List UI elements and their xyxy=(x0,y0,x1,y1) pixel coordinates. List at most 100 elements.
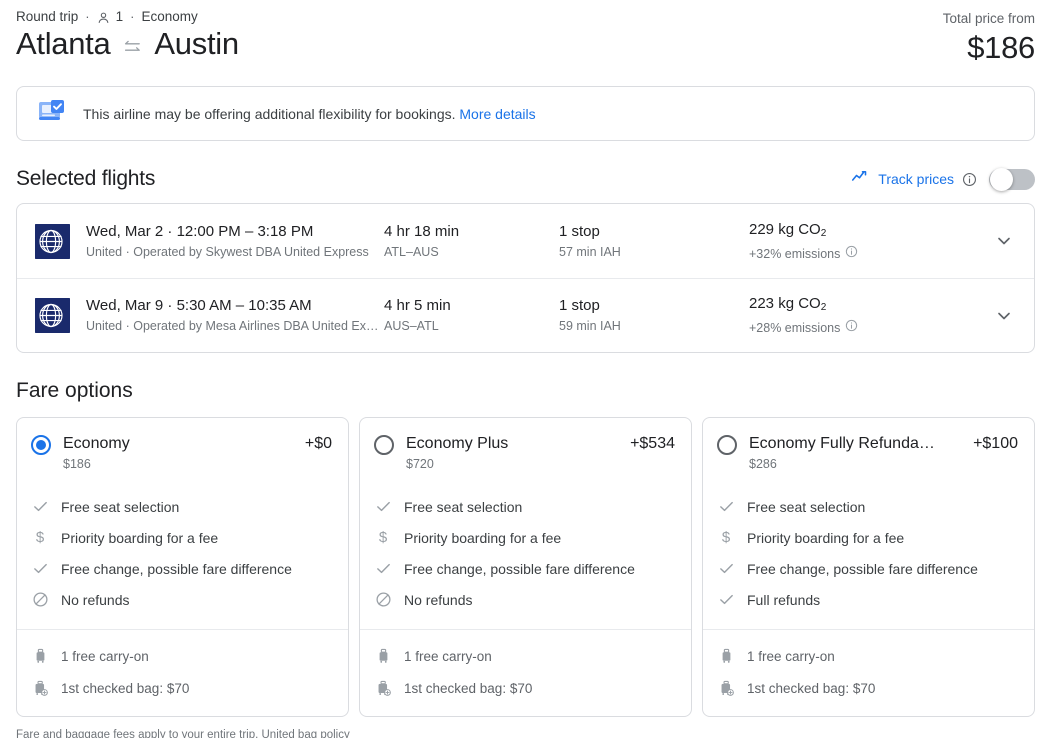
united-bag-policy-link[interactable]: United bag policy xyxy=(262,729,350,738)
baggage-label: 1 free carry-on xyxy=(404,648,492,664)
flight-emissions-info: 229 kg CO2 +32% emissions xyxy=(749,220,919,263)
checked-bag-icon xyxy=(374,679,392,697)
check-icon xyxy=(717,498,735,516)
info-icon[interactable] xyxy=(962,172,977,187)
flight-route: ATL–AUS xyxy=(384,244,439,259)
flight-emissions-delta: +32% emissions xyxy=(749,246,841,261)
feature-item: Free seat selection xyxy=(31,491,332,522)
total-price-block: Total price from $186 xyxy=(943,10,1036,68)
no-refund-icon xyxy=(31,591,49,609)
feature-item: No refunds xyxy=(31,584,332,615)
flight-primary-info: Wed, Mar 9 · 5:30 AM – 10:35 AM United ·… xyxy=(86,296,384,335)
fare-card-economy-plus[interactable]: Economy Plus $720 +$534 Free seat select… xyxy=(359,417,692,717)
feature-label: Priority boarding for a fee xyxy=(747,529,905,546)
fare-options-title: Fare options xyxy=(16,379,133,402)
check-icon xyxy=(717,560,735,578)
fare-radio-economy-fully-refundable[interactable] xyxy=(717,435,737,455)
no-refund-icon xyxy=(374,591,392,609)
fare-baggage-list: 1 free carry-on 1st checked bag: $70 xyxy=(17,629,348,716)
flexibility-notice: This airline may be offering additional … xyxy=(16,86,1035,141)
flight-layover: 59 min IAH xyxy=(559,319,621,333)
fare-delta: +$0 xyxy=(304,435,332,452)
more-details-link[interactable]: More details xyxy=(459,106,535,122)
fare-delta: +$534 xyxy=(630,435,675,452)
flight-layover: 57 min IAH xyxy=(559,244,621,259)
notice-message: This airline may be offering additional … xyxy=(83,105,456,122)
fare-card-economy-fully-refundable[interactable]: Economy Fully Refunda… $286 +$100 Free s… xyxy=(702,417,1035,717)
trip-summary: Round trip · 1 · Economy xyxy=(16,0,1035,24)
separator-2: · xyxy=(130,8,135,24)
check-icon xyxy=(374,560,392,578)
feature-label: Free change, possible fare difference xyxy=(404,560,635,577)
fare-price: $186 xyxy=(63,457,91,471)
feature-item: No refunds xyxy=(374,584,675,615)
emissions-info-icon[interactable] xyxy=(845,319,858,337)
fare-delta: +$100 xyxy=(973,435,1018,452)
origin-city: Atlanta xyxy=(16,26,111,61)
fare-radio-economy-plus[interactable] xyxy=(374,435,394,455)
footnote-text: Fare and baggage fees apply to your enti… xyxy=(16,729,259,738)
feature-item: Free change, possible fare difference xyxy=(717,553,1018,584)
feature-label: Priority boarding for a fee xyxy=(404,529,562,546)
fare-card-header: Economy $186 +$0 xyxy=(17,418,348,485)
fare-name: Economy Fully Refunda… xyxy=(749,435,935,452)
feature-label: No refunds xyxy=(404,591,473,608)
expand-flight-chevron-down-icon[interactable] xyxy=(994,231,1014,251)
feature-item: $ Priority boarding for a fee xyxy=(31,522,332,553)
check-icon xyxy=(717,591,735,609)
flight-co2-subscript: 2 xyxy=(820,227,827,239)
total-price-value: $186 xyxy=(967,30,1035,65)
fare-feature-list: Free seat selection $ Priority boarding … xyxy=(17,485,348,629)
baggage-label: 1st checked bag: $70 xyxy=(404,680,533,696)
flight-datetime: Wed, Mar 9 · 5:30 AM – 10:35 AM xyxy=(86,297,312,314)
flight-co2-value: 223 kg CO xyxy=(749,295,821,312)
flight-stops-info: 1 stop 59 min IAH xyxy=(559,296,749,335)
united-airlines-logo-icon xyxy=(35,223,70,259)
separator-1: · xyxy=(85,8,90,24)
flight-emissions-delta: +28% emissions xyxy=(749,321,841,335)
person-icon xyxy=(97,11,110,25)
flight-row[interactable]: Wed, Mar 2 · 12:00 PM – 3:18 PM United ·… xyxy=(17,204,1034,278)
flight-emissions-info: 223 kg CO2 +28% emissions xyxy=(749,294,919,337)
fare-price: $720 xyxy=(406,457,434,471)
feature-item: Free seat selection xyxy=(717,491,1018,522)
flight-emissions-row: +32% emissions xyxy=(749,245,919,263)
checked-bag-icon xyxy=(31,679,49,697)
fare-card-economy[interactable]: Economy $186 +$0 Free seat selection $ P… xyxy=(16,417,349,717)
feature-label: Free seat selection xyxy=(747,498,866,515)
swap-arrows-icon xyxy=(122,39,142,55)
fare-name: Economy Plus xyxy=(406,435,509,452)
baggage-label: 1 free carry-on xyxy=(747,648,835,664)
track-prices-toggle[interactable] xyxy=(989,167,1035,191)
carry-on-icon xyxy=(717,647,735,665)
fare-radio-economy[interactable] xyxy=(31,435,51,455)
fare-feature-list: Free seat selection $ Priority boarding … xyxy=(703,485,1034,629)
fare-price: $286 xyxy=(749,457,777,471)
feature-label: Free change, possible fare difference xyxy=(747,560,978,577)
track-prices-control[interactable]: Track prices xyxy=(849,167,1035,191)
emissions-info-icon[interactable] xyxy=(845,245,858,263)
flight-emissions-row: +28% emissions xyxy=(749,319,919,337)
dollar-icon: $ xyxy=(721,529,731,546)
feature-item: $ Priority boarding for a fee xyxy=(374,522,675,553)
fare-name: Economy xyxy=(63,435,130,452)
destination-city: Austin xyxy=(154,26,239,61)
flight-duration: 4 hr 18 min xyxy=(384,222,460,240)
feature-label: Free seat selection xyxy=(404,498,523,515)
dollar-icon: $ xyxy=(35,529,45,546)
flight-route: AUS–ATL xyxy=(384,319,439,333)
feature-label: Free seat selection xyxy=(61,498,180,515)
flight-stops: 1 stop xyxy=(559,297,600,314)
feature-label: Free change, possible fare difference xyxy=(61,560,292,577)
fare-baggage-list: 1 free carry-on 1st checked bag: $70 xyxy=(703,629,1034,716)
cabin-class-label: Economy xyxy=(141,8,198,24)
fare-baggage-list: 1 free carry-on 1st checked bag: $70 xyxy=(360,629,691,716)
check-icon xyxy=(31,560,49,578)
expand-flight-chevron-down-icon[interactable] xyxy=(994,306,1014,326)
fare-card-header: Economy Plus $720 +$534 xyxy=(360,418,691,485)
flight-row[interactable]: Wed, Mar 9 · 5:30 AM – 10:35 AM United ·… xyxy=(17,278,1034,352)
notice-text: This airline may be offering additional … xyxy=(83,106,536,122)
feature-label: Full refunds xyxy=(747,591,821,608)
fare-options-grid: Economy $186 +$0 Free seat selection $ P… xyxy=(16,417,1035,717)
united-airlines-logo-icon xyxy=(35,298,70,333)
